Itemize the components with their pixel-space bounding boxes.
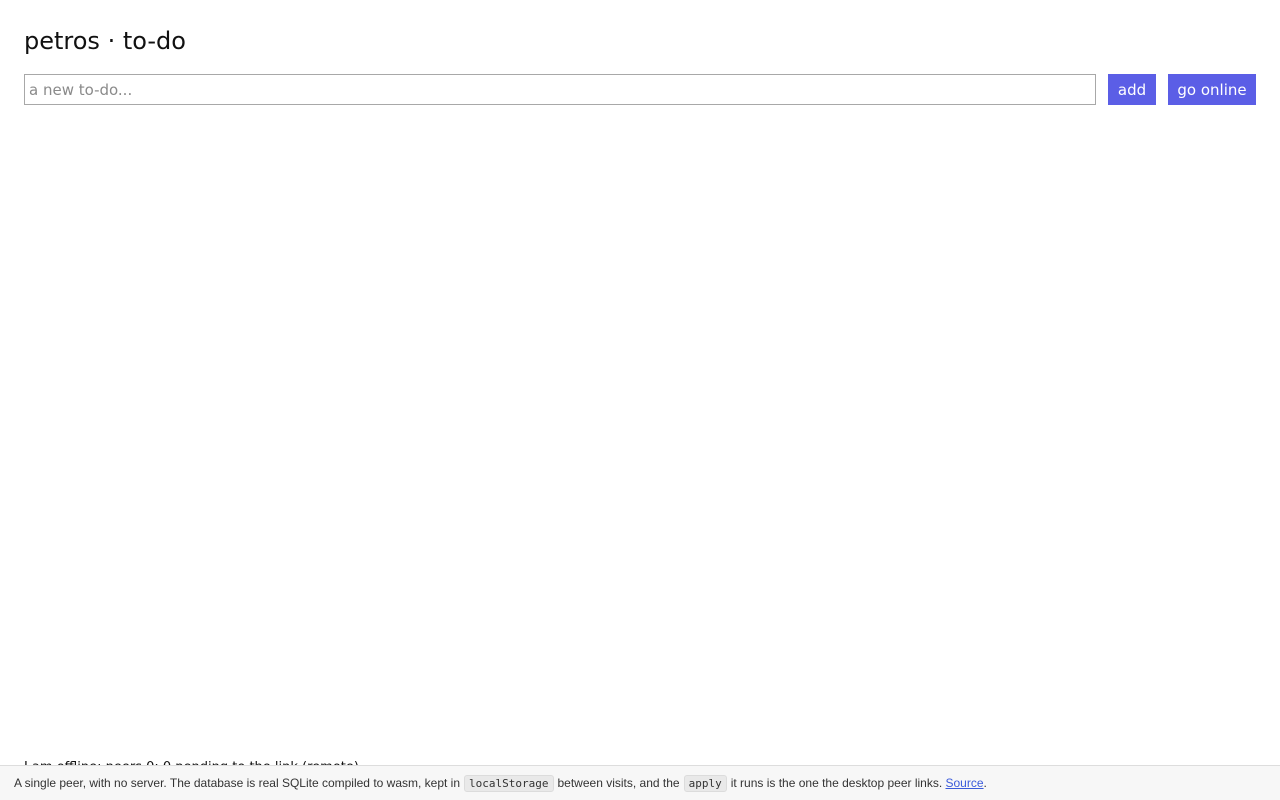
page: petros · to-do add go online I am offlin…: [0, 0, 1280, 800]
footer-text-3: it runs is the one the desktop peer link…: [730, 776, 943, 790]
new-todo-input[interactable]: [24, 74, 1096, 105]
footer-text-1: A single peer, with no server. The datab…: [14, 776, 461, 790]
go-online-button[interactable]: go online: [1168, 74, 1256, 105]
footer-text-2: between visits, and the: [557, 776, 680, 790]
code-chip-apply: apply: [683, 774, 727, 792]
page-title: petros · to-do: [24, 27, 186, 55]
footer-note: A single peer, with no server. The datab…: [0, 765, 1280, 800]
footer-text-4: .: [983, 776, 987, 790]
code-chip-localstorage: localStorage: [464, 774, 554, 792]
source-link[interactable]: Source: [946, 776, 984, 790]
add-button[interactable]: add: [1108, 74, 1156, 105]
add-todo-form: add go online: [24, 74, 1256, 105]
